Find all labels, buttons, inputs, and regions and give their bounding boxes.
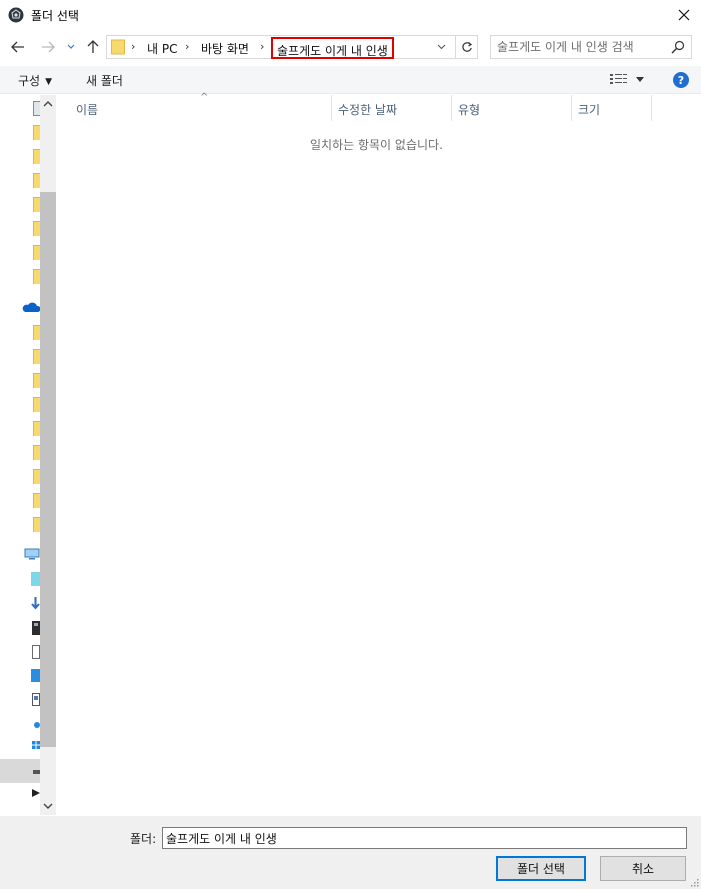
- app-icon: [8, 7, 24, 23]
- nav-pane-scrollbar[interactable]: [40, 95, 56, 815]
- caret-down-icon: ▼: [45, 77, 53, 87]
- arrow-left-icon: [11, 41, 24, 53]
- search-box[interactable]: [490, 35, 692, 59]
- select-folder-button[interactable]: 폴더 선택: [496, 856, 586, 881]
- command-bar: 구성 ▼ 새 폴더: [0, 66, 701, 94]
- drive-icon[interactable]: [33, 769, 40, 775]
- column-date-modified[interactable]: 수정한 날짜: [332, 95, 452, 121]
- scrollbar-thumb[interactable]: [40, 192, 56, 747]
- close-button[interactable]: [667, 0, 701, 30]
- folder-picker-dialog: 폴더 선택 › 내 PC › 바탕 화면 › 술프게도 이게 내 인생 술프게도…: [0, 0, 701, 889]
- dialog-title: 폴더 선택: [31, 9, 79, 23]
- view-options-button[interactable]: [610, 72, 648, 88]
- pictures-icon[interactable]: [32, 693, 40, 706]
- column-name[interactable]: 이름: [70, 95, 332, 121]
- title-bar: 폴더 선택: [0, 0, 701, 30]
- recent-locations-button[interactable]: [64, 36, 78, 58]
- empty-list-text: 일치하는 항목이 없습니다.: [310, 138, 443, 152]
- up-button[interactable]: [83, 36, 103, 58]
- chevron-right-icon: ›: [260, 40, 265, 53]
- desktop-icon[interactable]: [31, 669, 40, 682]
- arrow-right-icon: [42, 41, 55, 53]
- organize-label: 구성: [18, 74, 41, 88]
- 3d-objects-icon[interactable]: [31, 572, 40, 586]
- refresh-icon: [461, 42, 472, 52]
- search-input[interactable]: [497, 39, 667, 55]
- scroll-up-icon[interactable]: [43, 100, 53, 107]
- breadcrumb-current-folder[interactable]: 술프게도 이게 내 인생: [271, 37, 394, 59]
- cancel-button[interactable]: 취소: [600, 856, 686, 881]
- chevron-down-icon[interactable]: [437, 42, 446, 51]
- column-type[interactable]: 유형: [452, 95, 572, 121]
- column-size[interactable]: 크기: [572, 95, 652, 121]
- resize-grip-icon[interactable]: [689, 877, 699, 887]
- help-button[interactable]: ?: [673, 72, 689, 88]
- address-bar[interactable]: › 내 PC › 바탕 화면 › 술프게도 이게 내 인생: [106, 35, 456, 59]
- folder-field-label: 폴더:: [130, 832, 157, 846]
- folder-name-input[interactable]: [162, 827, 687, 849]
- search-icon: [671, 40, 685, 54]
- details-view-icon: [610, 74, 627, 84]
- forward-button[interactable]: [38, 36, 58, 58]
- chevron-right-icon: ›: [131, 40, 136, 53]
- chevron-right-icon: ›: [185, 40, 190, 53]
- folder-icon: [111, 39, 125, 55]
- caret-down-icon: [636, 77, 644, 82]
- breadcrumb-this-pc[interactable]: 내 PC: [147, 40, 177, 57]
- organize-menu-button[interactable]: 구성 ▼: [18, 72, 52, 89]
- column-header: ^ 이름 수정한 날짜 유형 크기: [60, 92, 692, 121]
- expand-arrow-icon[interactable]: [32, 789, 40, 797]
- onedrive-icon[interactable]: [22, 301, 40, 313]
- scroll-down-icon[interactable]: [43, 803, 53, 810]
- videos-icon[interactable]: [32, 621, 40, 635]
- breadcrumb-desktop[interactable]: 바탕 화면: [201, 40, 249, 57]
- this-pc-icon[interactable]: [24, 548, 40, 560]
- windows-drive-icon[interactable]: [32, 741, 40, 749]
- new-folder-button[interactable]: 새 폴더: [86, 72, 123, 89]
- music-icon[interactable]: [33, 719, 40, 729]
- downloads-icon[interactable]: [31, 596, 40, 610]
- footer-panel: 폴더: 폴더 선택 취소: [0, 816, 701, 889]
- refresh-button[interactable]: [456, 35, 478, 59]
- back-button[interactable]: [8, 36, 28, 58]
- documents-icon[interactable]: [32, 645, 40, 659]
- close-icon: [678, 9, 690, 21]
- arrow-up-icon: [87, 40, 99, 53]
- chevron-down-icon: [67, 44, 75, 49]
